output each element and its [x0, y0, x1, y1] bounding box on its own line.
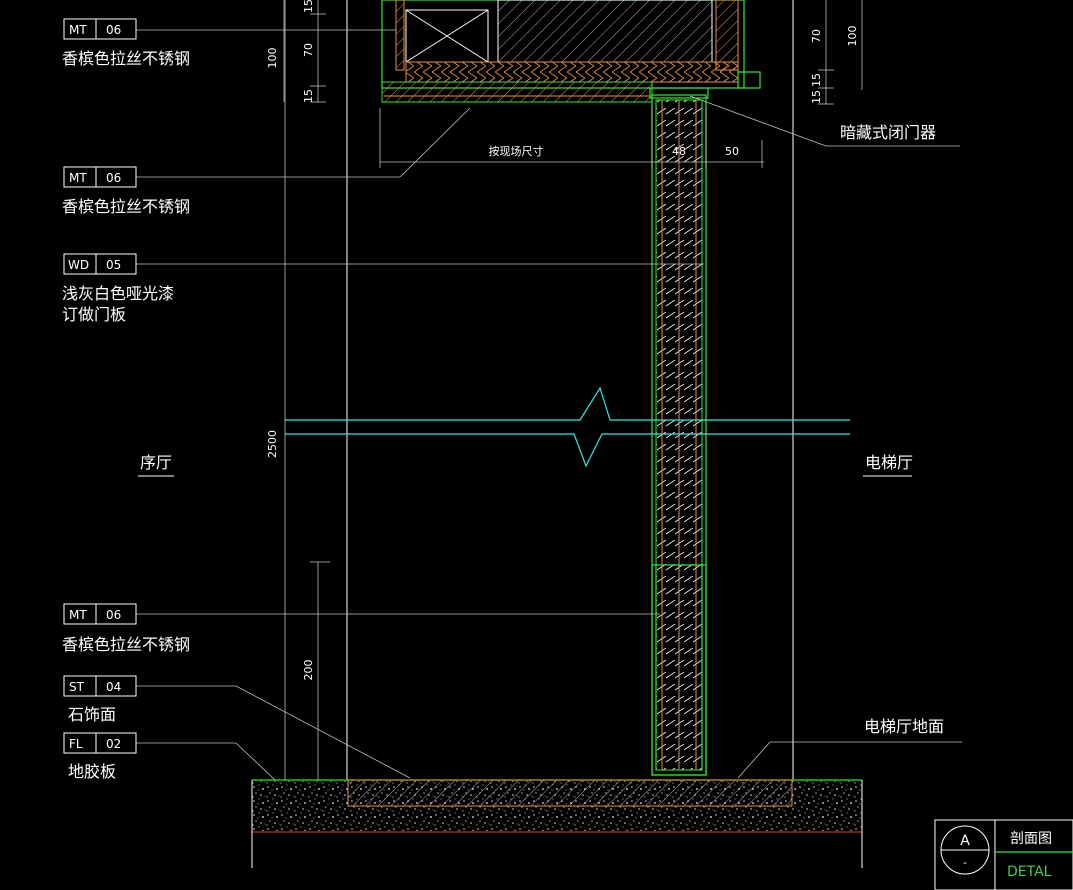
- section-sheet: -: [963, 856, 967, 869]
- callout-mt06-top: MT 06 香槟色拉丝不锈钢: [62, 18, 190, 68]
- dim-left-100: 100: [266, 48, 279, 69]
- dim-left-70: 70: [302, 43, 315, 57]
- dim-right-70: 70: [810, 29, 823, 43]
- material-label: 香槟色拉丝不锈钢: [62, 635, 190, 654]
- dim-right-100: 100: [846, 26, 859, 47]
- tag-code: MT: [69, 608, 87, 622]
- break-line: [285, 386, 850, 468]
- door-leaf: [649, 87, 709, 776]
- tag-code: MT: [69, 171, 87, 185]
- dim-50: 50: [725, 145, 739, 158]
- tag-code: FL: [69, 737, 83, 751]
- wall-outline-lines: [284, 0, 794, 780]
- material-label: 浅灰白色哑光漆: [62, 284, 174, 303]
- callout-mt06-frame: MT 06 香槟色拉丝不锈钢: [62, 166, 190, 216]
- door-closer-label: 暗藏式闭门器: [840, 123, 936, 142]
- tag-number: 06: [106, 608, 121, 622]
- door-head-frame: [381, 0, 761, 103]
- dim-right-15a: 15: [810, 73, 823, 87]
- tag-number: 06: [106, 23, 121, 37]
- tag-number: 05: [106, 258, 121, 272]
- material-label: 地胶板: [68, 762, 116, 781]
- title-block: A - 剖面图 DETAL: [934, 819, 1073, 890]
- material-label: 香槟色拉丝不锈钢: [62, 49, 190, 68]
- tag-code: WD: [68, 258, 89, 272]
- dim-left-15a: 15: [302, 0, 315, 13]
- dim-left-15b: 15: [302, 89, 315, 103]
- callout-fl02: FL 02 地胶板: [63, 732, 137, 781]
- tag-number: 06: [106, 171, 121, 185]
- dim-site-size: 按现场尺寸: [489, 144, 544, 158]
- dim-right-15b: 15: [810, 90, 823, 104]
- elevator-hall-label: 电梯厅: [865, 453, 913, 472]
- tag-number: 02: [106, 737, 121, 751]
- dimension-lines: [283, 0, 863, 780]
- dim-2500: 2500: [266, 430, 279, 458]
- material-label-line2: 订做门板: [62, 305, 126, 324]
- foyer-label: 序厅: [140, 453, 172, 472]
- callout-wd05: WD 05 浅灰白色哑光漆 订做门板: [62, 253, 174, 324]
- floor-section: [251, 779, 863, 868]
- callout-mt06-base: MT 06 香槟色拉丝不锈钢: [62, 603, 190, 654]
- leader-lines: [136, 29, 962, 781]
- section-letter: A: [960, 833, 970, 849]
- tag-code: MT: [69, 23, 87, 37]
- callout-st04: ST 04 石饰面: [63, 675, 137, 724]
- foyer-label-group: 序厅: [138, 453, 174, 477]
- material-label: 香槟色拉丝不锈钢: [62, 197, 190, 216]
- drawing-detail-label: DETAL: [1007, 864, 1052, 880]
- dim-200: 200: [302, 660, 315, 681]
- cad-section-drawing: MT 06 香槟色拉丝不锈钢 MT 06 香槟色拉丝不锈钢 WD 05 浅灰白色…: [62, 0, 1073, 890]
- drawing-title: 剖面图: [1010, 831, 1052, 847]
- elevator-hall-label-group: 电梯厅: [863, 453, 913, 477]
- tag-number: 04: [106, 680, 121, 694]
- dim-48: 48: [672, 145, 686, 158]
- elevator-floor-label: 电梯厅地面: [864, 717, 944, 736]
- material-label: 石饰面: [68, 705, 116, 724]
- tag-code: ST: [69, 680, 85, 694]
